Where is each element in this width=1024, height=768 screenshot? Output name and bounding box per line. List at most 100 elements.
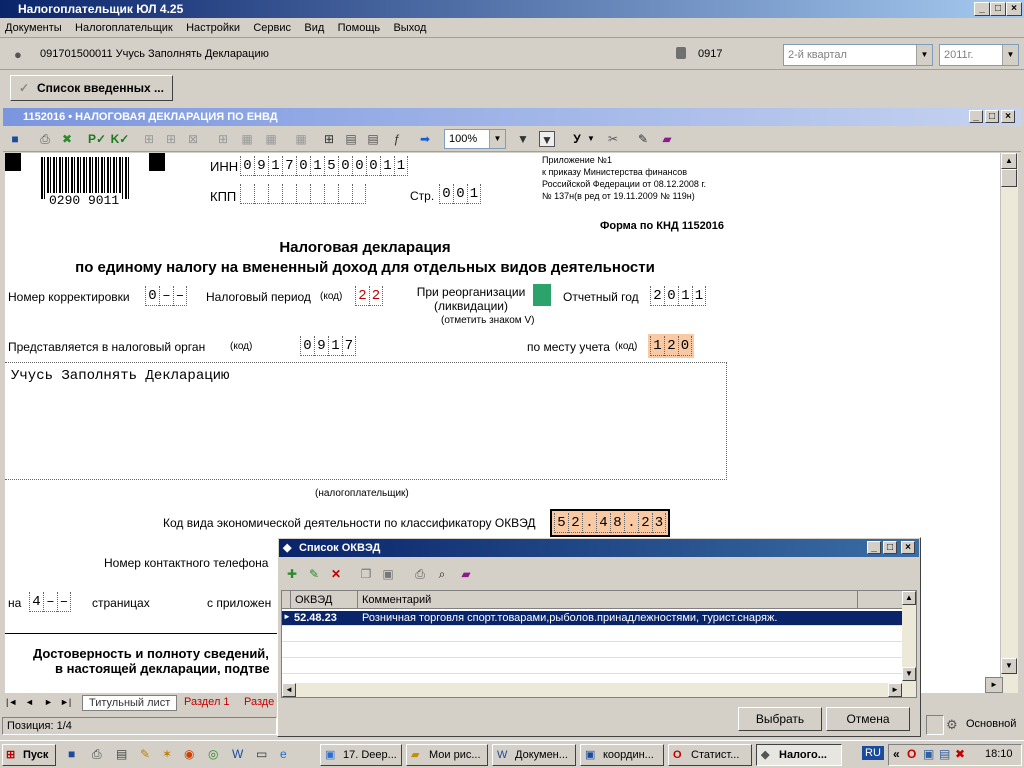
okved-horizontal-scrollbar[interactable]: ◄ ►: [282, 683, 902, 697]
reorg-checkbox[interactable]: [533, 284, 551, 306]
year-field[interactable]: 2011: [650, 286, 706, 306]
opera-tray-icon[interactable]: O: [907, 747, 916, 761]
okved-vertical-scrollbar[interactable]: ▲ ▼: [902, 591, 916, 697]
quicklaunch-star-icon[interactable]: ✶: [162, 747, 172, 761]
check-p-icon[interactable]: P✓: [87, 131, 107, 147]
paste-icon[interactable]: ▣: [380, 566, 396, 582]
col-comment[interactable]: Комментарий: [358, 591, 858, 609]
arrow-right-icon[interactable]: ➡: [417, 131, 433, 147]
year-select[interactable]: 2011г. ▼: [939, 44, 1019, 66]
maximize-button[interactable]: □: [990, 2, 1006, 16]
taxpayer-name-field[interactable]: Учусь Заполнять Декларацию: [5, 362, 727, 480]
col-okved[interactable]: ОКВЭД: [291, 591, 358, 609]
minimize-button[interactable]: _: [974, 2, 990, 16]
scroll-down-icon[interactable]: ▼: [902, 667, 916, 681]
grid-x-icon[interactable]: ▦: [293, 131, 309, 147]
zoom-select[interactable]: 100% ▼: [444, 129, 506, 149]
security-icon[interactable]: ✖: [955, 747, 965, 761]
start-button[interactable]: ⊞ Пуск: [2, 744, 56, 766]
period-select[interactable]: 2-й квартал ▼: [783, 44, 933, 66]
print-icon[interactable]: ⎙: [37, 131, 53, 147]
add-rows-icon[interactable]: ⊞: [163, 131, 179, 147]
note-icon[interactable]: ✎: [635, 131, 651, 147]
doc-minimize-button[interactable]: _: [969, 110, 983, 123]
save-icon[interactable]: ■: [7, 131, 23, 147]
table-row-empty[interactable]: [282, 627, 902, 642]
menu-help[interactable]: Помощь: [333, 18, 386, 38]
dialog-maximize-button[interactable]: □: [883, 541, 897, 554]
book-icon[interactable]: ▰: [458, 566, 474, 582]
tools-icon[interactable]: ✂: [605, 131, 621, 147]
add-row-icon[interactable]: ⊞: [141, 131, 157, 147]
cancel-button[interactable]: Отмена: [826, 707, 910, 731]
scroll-up-icon[interactable]: ▲: [1001, 153, 1017, 169]
task-statistics[interactable]: O Статист...: [668, 744, 752, 766]
kpp-field[interactable]: [240, 184, 366, 204]
menu-service[interactable]: Сервис: [248, 18, 296, 38]
menu-view[interactable]: Вид: [299, 18, 329, 38]
table-row-empty[interactable]: [282, 659, 902, 674]
task-coordinates[interactable]: ▣ координ...: [580, 744, 664, 766]
task-pictures[interactable]: ▰ Мои рис...: [406, 744, 488, 766]
scroll-down-icon[interactable]: ▼: [1001, 658, 1017, 674]
close-button[interactable]: ×: [1006, 2, 1022, 16]
tray-expand-icon[interactable]: «: [893, 747, 900, 761]
quicklaunch-word-icon[interactable]: W: [232, 747, 243, 761]
chrome-icon[interactable]: ◉: [184, 747, 194, 761]
network-icon[interactable]: ▣: [923, 747, 934, 761]
last-sheet-icon[interactable]: ►|: [60, 697, 71, 707]
tab-list[interactable]: ✓ Список введенных ...: [10, 75, 173, 101]
place-field[interactable]: 120: [648, 334, 694, 358]
check-k-icon[interactable]: K✓: [110, 131, 130, 147]
table-row[interactable]: ► 52.48.23 Розничная торговля спорт.това…: [282, 611, 902, 626]
task-document[interactable]: W Докумен...: [492, 744, 576, 766]
chevron-down-icon[interactable]: ▼: [583, 131, 599, 147]
print-icon[interactable]: ⎙: [412, 566, 428, 582]
quicklaunch-app-icon[interactable]: ◎: [208, 747, 218, 761]
grid-delete-icon[interactable]: ▦: [263, 131, 279, 147]
correction-field[interactable]: 0– –: [145, 286, 187, 306]
period-field[interactable]: 22: [355, 286, 383, 306]
page-field[interactable]: 001: [439, 184, 481, 204]
chevron-down-icon[interactable]: ▼: [489, 130, 505, 148]
first-sheet-icon[interactable]: |◄: [6, 697, 17, 707]
grid-icon[interactable]: ▦: [239, 131, 255, 147]
quicklaunch-save-icon[interactable]: ■: [68, 747, 75, 761]
task-deep[interactable]: ▣ 17. Deep...: [320, 744, 402, 766]
prev-sheet-icon[interactable]: ◄: [25, 697, 34, 707]
search-icon[interactable]: ⌕: [434, 566, 450, 582]
doc-maximize-button[interactable]: □: [985, 110, 999, 123]
pages-field[interactable]: 4– –: [29, 592, 71, 612]
add-record-icon[interactable]: ✚: [284, 566, 300, 582]
ie-icon[interactable]: e: [280, 747, 287, 761]
language-indicator[interactable]: RU: [862, 746, 884, 760]
dialog-close-button[interactable]: ×: [901, 541, 915, 554]
insert-icon[interactable]: ⊞: [215, 131, 231, 147]
excel-icon[interactable]: ✖: [59, 131, 75, 147]
form-vertical-scrollbar[interactable]: ▲ ▼: [1000, 153, 1018, 693]
menu-settings[interactable]: Настройки: [181, 18, 245, 38]
task-taxpayer[interactable]: ◆ Налого...: [756, 744, 842, 766]
menu-documents[interactable]: Документы: [0, 18, 67, 38]
scroll-up-icon[interactable]: ▲: [902, 591, 916, 605]
next-sheet-icon[interactable]: ►: [44, 697, 53, 707]
okved-field[interactable]: 52.48.23: [550, 509, 670, 537]
function-icon[interactable]: ƒ: [389, 131, 405, 147]
delete-row-icon[interactable]: ⊠: [185, 131, 201, 147]
quicklaunch-tool-icon[interactable]: ✎: [140, 747, 150, 761]
table-row-empty[interactable]: [282, 643, 902, 658]
tab-section-1[interactable]: Раздел 1: [180, 695, 234, 709]
filter-active-icon[interactable]: ▼: [539, 131, 555, 147]
scroll-right-icon[interactable]: ►: [888, 683, 902, 697]
scroll-left-icon[interactable]: ◄: [282, 683, 296, 697]
chevron-down-icon[interactable]: ▼: [916, 45, 932, 65]
quicklaunch-print-icon[interactable]: ⎙: [92, 747, 102, 762]
quicklaunch-calc-icon[interactable]: ▤: [116, 747, 127, 761]
scroll-thumb[interactable]: [1001, 169, 1017, 187]
chevron-down-icon[interactable]: ▼: [1002, 45, 1018, 65]
select-button[interactable]: Выбрать: [738, 707, 822, 731]
menu-taxpayer[interactable]: Налогоплательщик: [70, 18, 178, 38]
inn-field[interactable]: 091701500011: [240, 156, 408, 176]
book-icon[interactable]: ▰: [659, 131, 675, 147]
table-icon[interactable]: ▤: [343, 131, 359, 147]
